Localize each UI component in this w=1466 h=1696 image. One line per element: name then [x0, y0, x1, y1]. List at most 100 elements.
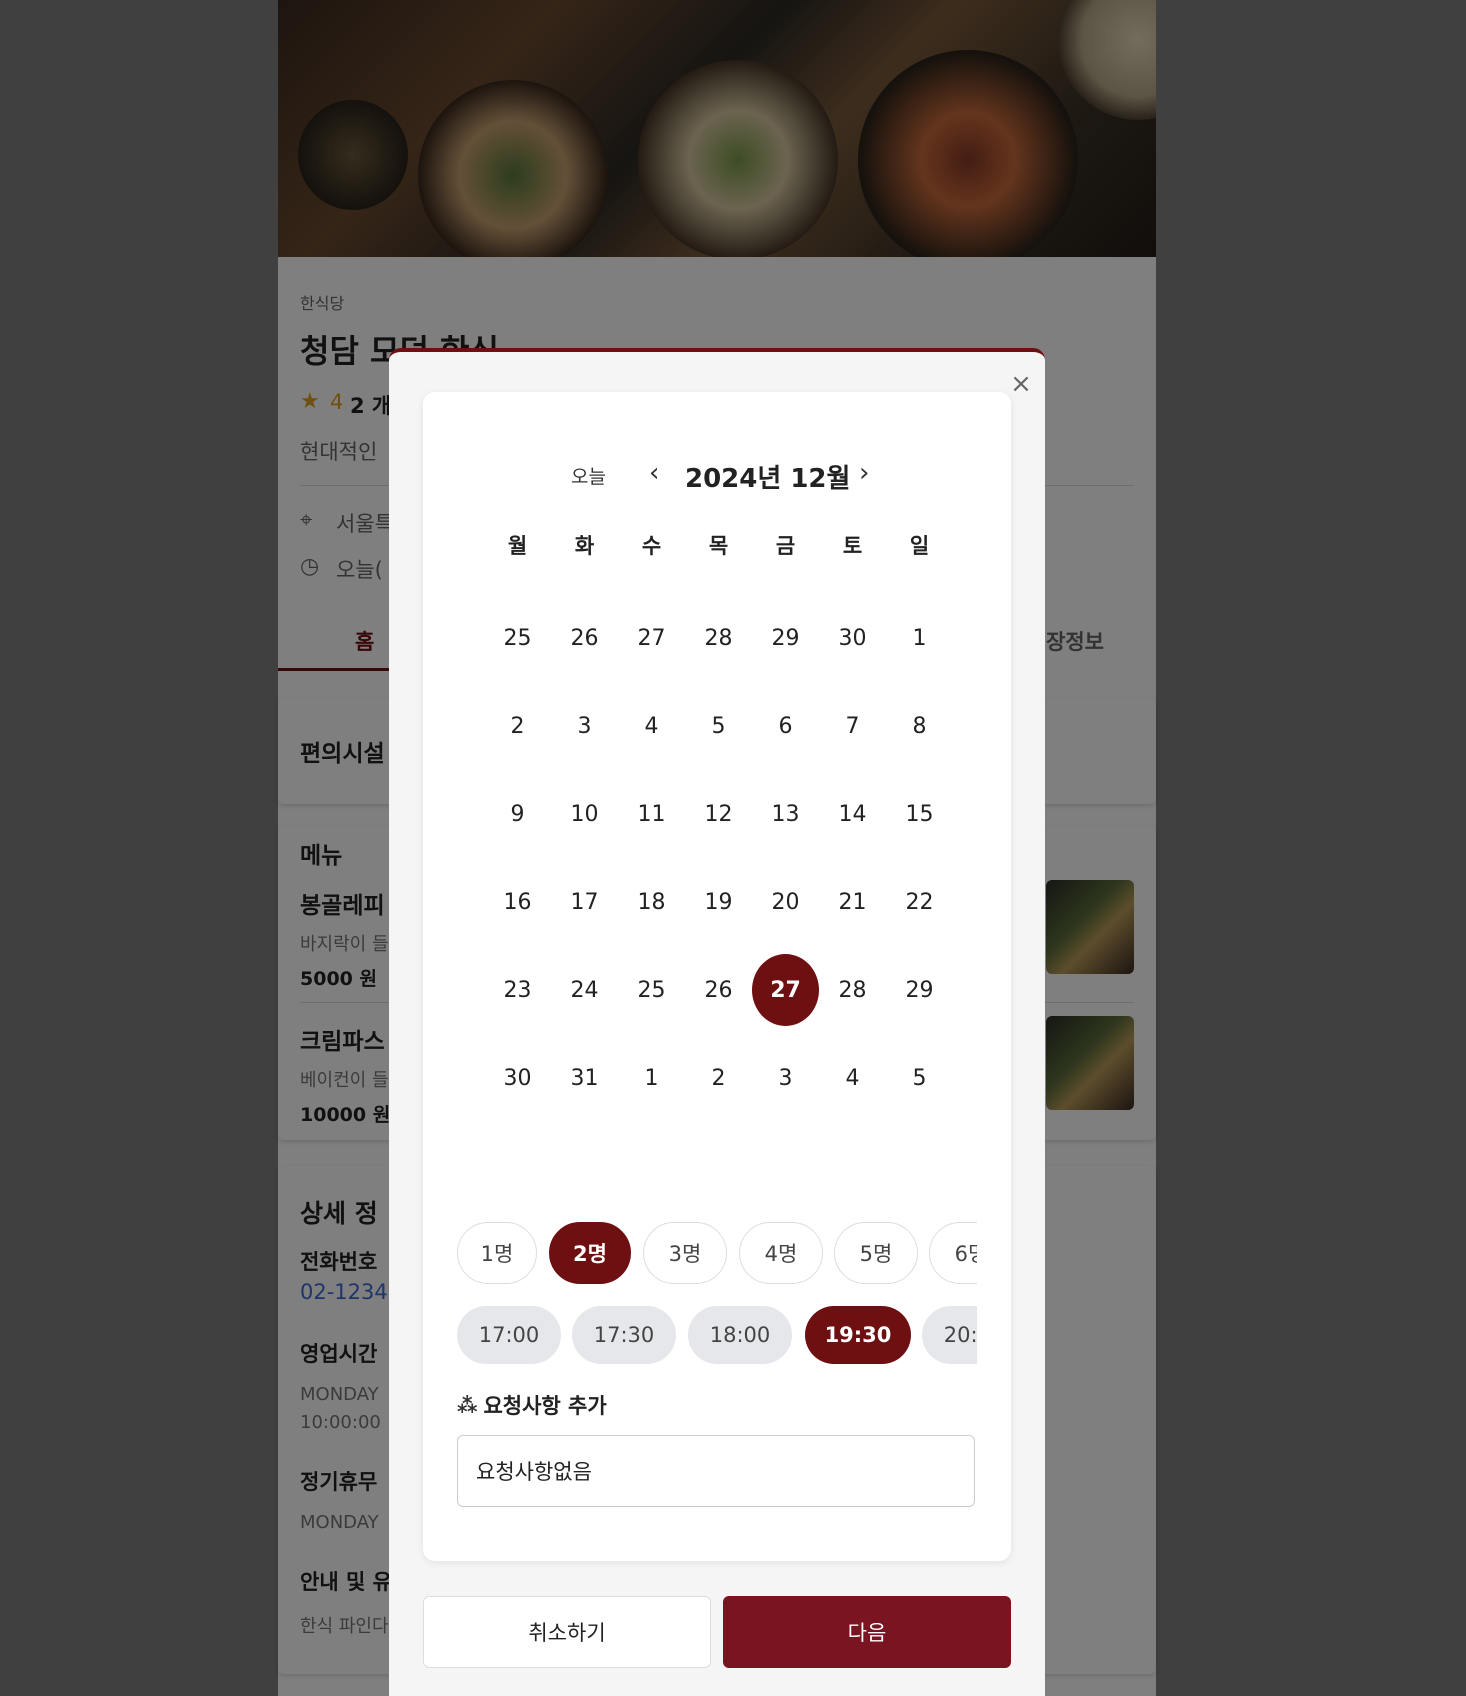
guest-chip[interactable]: 1명 [457, 1222, 537, 1284]
calendar-day[interactable]: 28 [819, 946, 886, 1034]
calendar-day[interactable]: 5 [685, 682, 752, 770]
calendar-day-number: 28 [704, 625, 733, 651]
next-month-icon[interactable]: › [859, 456, 869, 490]
calendar-day-number: 22 [905, 889, 934, 915]
calendar-day[interactable]: 3 [551, 682, 618, 770]
weekday-label: 금 [775, 534, 796, 558]
calendar-day[interactable]: 21 [819, 858, 886, 946]
calendar-day[interactable]: 26 [685, 946, 752, 1034]
calendar-week-row: 23 24 25 26 27 28 29 [484, 946, 953, 1034]
guest-count-selector: 1명2명3명4명5명6명 [457, 1222, 977, 1284]
calendar-day[interactable]: 8 [886, 682, 953, 770]
calendar-day-number: 18 [637, 889, 666, 915]
weekday-label: 목 [708, 534, 729, 558]
calendar-day[interactable]: 27 [618, 594, 685, 682]
time-slot-chip[interactable]: 17:00 [457, 1306, 561, 1364]
calendar-day[interactable]: 20 [752, 858, 819, 946]
calendar-day[interactable]: 28 [685, 594, 752, 682]
calendar-day-number: 14 [838, 801, 867, 827]
calendar-day[interactable]: 25 [618, 946, 685, 1034]
calendar-day-number: 28 [838, 977, 867, 1003]
calendar-day-selected[interactable]: 27 [752, 946, 819, 1034]
calendar-day-number: 4 [644, 713, 659, 739]
calendar-day[interactable]: 15 [886, 770, 953, 858]
calendar-day[interactable]: 4 [618, 682, 685, 770]
calendar-day[interactable]: 14 [819, 770, 886, 858]
calendar-day[interactable]: 23 [484, 946, 551, 1034]
time-slot-chip[interactable]: 17:30 [572, 1306, 676, 1364]
magic-wand-icon: ⁂ [457, 1393, 478, 1417]
calendar-day-number: 20 [771, 889, 800, 915]
reservation-form-card: 오늘 ‹ 2024년 12월 › 월 화 수 목 금 토 일 25 26 27 28 2… [423, 392, 1011, 1561]
guest-chip[interactable]: 3명 [643, 1222, 727, 1284]
calendar-day-number: 31 [570, 1065, 599, 1091]
calendar-day[interactable]: 4 [819, 1034, 886, 1122]
calendar-day[interactable]: 29 [752, 594, 819, 682]
weekday-label: 토 [842, 534, 863, 558]
calendar-day[interactable]: 22 [886, 858, 953, 946]
calendar-day-number: 10 [570, 801, 599, 827]
cancel-button[interactable]: 취소하기 [423, 1596, 711, 1668]
calendar-day[interactable]: 25 [484, 594, 551, 682]
calendar-header: 오늘 ‹ 2024년 12월 › [423, 456, 1011, 494]
calendar-day[interactable]: 30 [819, 594, 886, 682]
calendar-day[interactable]: 11 [618, 770, 685, 858]
calendar-day[interactable]: 18 [618, 858, 685, 946]
time-slot-chip[interactable]: 19:30 [805, 1306, 911, 1364]
calendar-day[interactable]: 3 [752, 1034, 819, 1122]
calendar-day[interactable]: 16 [484, 858, 551, 946]
today-button[interactable]: 오늘 [571, 462, 606, 489]
time-slot-chip[interactable]: 18:00 [688, 1306, 792, 1364]
calendar-day[interactable]: 30 [484, 1034, 551, 1122]
calendar-day-number: 29 [771, 625, 800, 651]
month-title: 2024년 12월 [685, 464, 851, 494]
calendar-day-number: 23 [503, 977, 532, 1003]
calendar-day[interactable]: 2 [484, 682, 551, 770]
calendar-day[interactable]: 2 [685, 1034, 752, 1122]
calendar-day[interactable]: 17 [551, 858, 618, 946]
guest-chip[interactable]: 6명 [929, 1222, 977, 1284]
calendar-day[interactable]: 19 [685, 858, 752, 946]
calendar-day-number: 27 [637, 625, 666, 651]
calendar-day-number: 5 [711, 713, 726, 739]
calendar-day[interactable]: 31 [551, 1034, 618, 1122]
calendar-day-number: 24 [570, 977, 599, 1003]
next-button[interactable]: 다음 [723, 1596, 1011, 1668]
prev-month-icon[interactable]: ‹ [649, 456, 659, 490]
calendar-day-number: 6 [778, 713, 793, 739]
calendar-day[interactable]: 1 [618, 1034, 685, 1122]
time-slot-chip[interactable]: 20:00 [922, 1306, 977, 1364]
weekday-header: 월 화 수 목 금 토 일 [484, 530, 953, 560]
request-input[interactable] [457, 1435, 975, 1507]
calendar-day[interactable]: 13 [752, 770, 819, 858]
calendar-day-number: 5 [912, 1065, 927, 1091]
calendar-day[interactable]: 12 [685, 770, 752, 858]
calendar-day-number: 12 [704, 801, 733, 827]
calendar-day-number: 25 [637, 977, 666, 1003]
close-icon[interactable]: × [1007, 370, 1035, 398]
request-label-text: 요청사항 추가 [483, 1394, 607, 1418]
calendar-day[interactable]: 9 [484, 770, 551, 858]
calendar-day[interactable]: 5 [886, 1034, 953, 1122]
calendar-day[interactable]: 24 [551, 946, 618, 1034]
guest-chip[interactable]: 2명 [549, 1222, 631, 1284]
calendar-day[interactable]: 6 [752, 682, 819, 770]
calendar-day-number: 4 [845, 1065, 860, 1091]
calendar-day[interactable]: 1 [886, 594, 953, 682]
calendar-day-number: 2 [510, 713, 525, 739]
calendar-day[interactable]: 29 [886, 946, 953, 1034]
guest-chip[interactable]: 4명 [739, 1222, 823, 1284]
calendar-day[interactable]: 7 [819, 682, 886, 770]
calendar-day-number: 15 [905, 801, 934, 827]
calendar-day[interactable]: 26 [551, 594, 618, 682]
calendar-day[interactable]: 10 [551, 770, 618, 858]
guest-chip[interactable]: 5명 [834, 1222, 918, 1284]
reservation-modal: × 오늘 ‹ 2024년 12월 › 월 화 수 목 금 토 일 25 26 27 2… [389, 348, 1045, 1696]
calendar-day-number: 2 [711, 1065, 726, 1091]
weekday-label: 월 [507, 534, 528, 558]
calendar-day-number: 30 [503, 1065, 532, 1091]
calendar-day-number: 11 [637, 801, 666, 827]
calendar-day-number: 13 [771, 801, 800, 827]
calendar-day-number: 25 [503, 625, 532, 651]
calendar-week-row: 25 26 27 28 29 30 1 [484, 594, 953, 682]
